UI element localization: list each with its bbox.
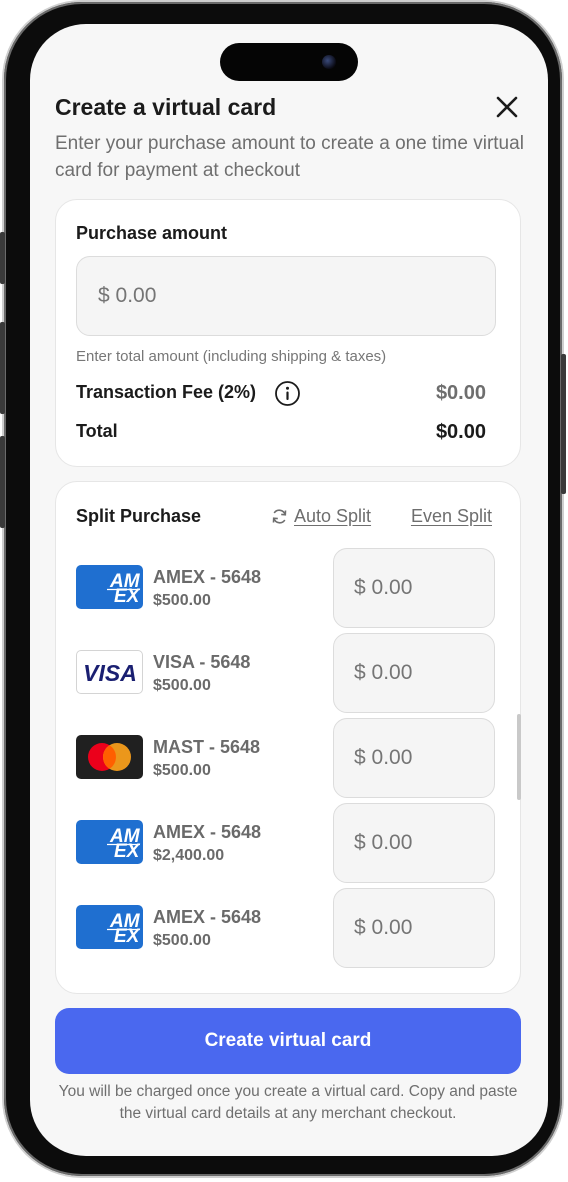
split-purchase-title: Split Purchase [76, 506, 202, 526]
card-balance: $500.00 [153, 932, 211, 949]
camera-icon [322, 55, 336, 69]
card-name: VISA - 5648 [153, 652, 251, 672]
card-balance: $2,400.00 [153, 847, 225, 864]
amex-logo: AM EX [76, 565, 143, 609]
card-row: AM EX AMEX - 5648 $2,400.00 [76, 803, 496, 883]
total-value: $0.00 [435, 421, 486, 443]
card-row: VISA VISA - 5648 $500.00 [76, 633, 496, 713]
purchase-amount-card: Purchase amount Enter total amount (incl… [55, 199, 521, 467]
purchase-amount-label: Purchase amount [76, 223, 228, 243]
card-name: AMEX - 5648 [153, 822, 262, 842]
action-button [0, 232, 5, 284]
split-amount-input[interactable] [333, 803, 495, 883]
page-title: Create a virtual card [55, 94, 277, 120]
even-split-button[interactable]: Even Split [411, 506, 492, 527]
page-subtitle: Enter your purchase amount to create a o… [55, 133, 524, 181]
transaction-fee-label: Transaction Fee (2%) [76, 382, 257, 402]
close-icon [496, 96, 518, 118]
split-purchase-card: Split Purchase Auto Split Even Split AM … [55, 481, 521, 994]
split-amount-input[interactable] [333, 633, 495, 713]
card-balance: $500.00 [153, 762, 211, 779]
create-virtual-card-button[interactable]: Create virtual card [55, 1008, 521, 1074]
split-amount-input[interactable] [333, 548, 495, 628]
card-name: AMEX - 5648 [153, 907, 262, 927]
card-name: AMEX - 5648 [153, 567, 262, 587]
screen: Create a virtual card Enter your purchas… [30, 24, 548, 1156]
scrollbar[interactable] [517, 714, 521, 800]
card-name: MAST - 5648 [153, 737, 261, 757]
mastercard-logo [76, 735, 143, 779]
total-row: Total $0.00 [76, 421, 486, 447]
split-amount-input[interactable] [333, 888, 495, 968]
volume-down-button [0, 436, 5, 528]
power-button [561, 354, 566, 494]
card-balance: $500.00 [153, 592, 211, 609]
split-purchase-header: Split Purchase Auto Split Even Split [76, 506, 492, 532]
visa-logo: VISA [76, 650, 143, 694]
info-icon[interactable] [274, 380, 301, 407]
card-row: MAST - 5648 $500.00 [76, 718, 496, 798]
split-amount-input[interactable] [333, 718, 495, 798]
svg-text:VISA: VISA [83, 660, 137, 686]
charge-notice: You will be charged once you create a vi… [58, 1083, 518, 1122]
refresh-icon [272, 509, 287, 524]
transaction-fee-row: Transaction Fee (2%) $0.00 [76, 380, 486, 408]
amex-logo: AM EX [76, 905, 143, 949]
auto-split-button[interactable]: Auto Split [271, 506, 371, 527]
purchase-amount-hint: Enter total amount (including shipping &… [76, 348, 387, 365]
total-label: Total [76, 421, 118, 441]
transaction-fee-value: $0.00 [435, 382, 486, 404]
phone-frame: Create a virtual card Enter your purchas… [0, 2, 566, 1176]
card-balance: $500.00 [153, 677, 211, 694]
volume-up-button [0, 322, 5, 414]
card-row: AM EX AMEX - 5648 $500.00 [76, 548, 496, 628]
auto-split-label: Auto Split [294, 506, 372, 526]
amex-logo: AM EX [76, 820, 143, 864]
purchase-amount-input[interactable] [76, 256, 496, 336]
close-button[interactable] [492, 92, 522, 122]
card-row: AM EX AMEX - 5648 $500.00 [76, 888, 496, 968]
dynamic-island [220, 43, 358, 81]
